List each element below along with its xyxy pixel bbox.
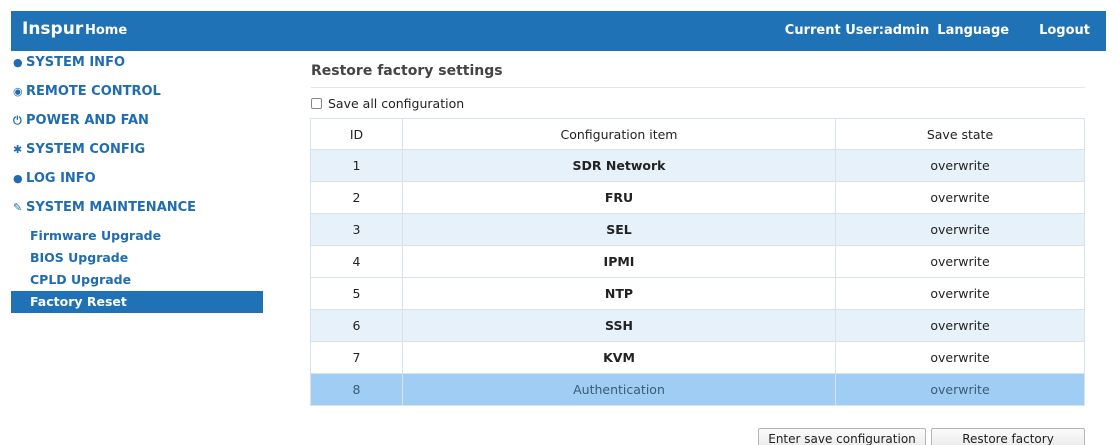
cell-save-state[interactable]: overwrite <box>835 341 1085 374</box>
cell-configuration-item: Authentication <box>402 373 836 406</box>
cell-id: 8 <box>310 373 403 406</box>
wrench-icon: ✎ <box>13 201 23 214</box>
cell-id: 1 <box>310 149 403 182</box>
cell-id: 7 <box>310 341 403 374</box>
sidebar-item-factory-reset[interactable]: Factory Reset <box>11 291 263 313</box>
column-header-id: ID <box>310 118 403 150</box>
user-menu: Current User:admin Language Logout <box>785 23 1090 38</box>
save-all-checkbox[interactable] <box>311 98 322 109</box>
sidebar-section-power-and-fan[interactable]: ⏻ POWER AND FAN <box>11 109 263 138</box>
cell-save-state[interactable]: overwrite <box>835 309 1085 342</box>
sidebar-section-system-info[interactable]: ● SYSTEM INFO <box>11 51 263 80</box>
table-row[interactable]: 2 FRU overwrite <box>310 181 1085 214</box>
logout-link[interactable]: Logout <box>1039 23 1090 38</box>
cell-configuration-item: NTP <box>402 277 836 310</box>
cell-id: 2 <box>310 181 403 214</box>
table-row[interactable]: 3 SEL overwrite <box>310 213 1085 246</box>
save-all-row: Save all configuration <box>311 96 464 111</box>
top-navbar: Inspur Home Current User:admin Language … <box>11 11 1106 51</box>
table-row[interactable]: 6 SSH overwrite <box>310 309 1085 342</box>
sidebar-section-label: POWER AND FAN <box>26 113 149 128</box>
cell-save-state[interactable]: overwrite <box>835 213 1085 246</box>
cell-configuration-item: SSH <box>402 309 836 342</box>
eye-icon: ● <box>13 56 23 69</box>
current-user-label: Current User:admin <box>784 23 930 38</box>
sidebar-section-system-maintenance[interactable]: ✎ SYSTEM MAINTENANCE <box>11 196 263 225</box>
gear-icon: ✱ <box>13 143 23 156</box>
table-row[interactable]: 7 KVM overwrite <box>310 341 1085 374</box>
config-table: ID Configuration item Save state 1 SDR N… <box>310 118 1085 406</box>
sidebar-item-cpld-upgrade[interactable]: CPLD Upgrade <box>11 269 263 291</box>
enter-save-configuration-button[interactable]: Enter save configuration <box>758 428 926 445</box>
cell-save-state[interactable]: overwrite <box>835 245 1085 278</box>
cell-configuration-item: IPMI <box>402 245 836 278</box>
column-header-save-state: Save state <box>835 118 1085 150</box>
sidebar-section-remote-control[interactable]: ◉ REMOTE CONTROL <box>11 80 263 109</box>
sidebar: ● SYSTEM INFO ◉ REMOTE CONTROL ⏻ POWER A… <box>11 51 263 313</box>
info-icon: ● <box>13 172 23 185</box>
table-row[interactable]: 5 NTP overwrite <box>310 277 1085 310</box>
cell-id: 6 <box>310 309 403 342</box>
sidebar-section-label: SYSTEM MAINTENANCE <box>26 200 197 215</box>
page-title: Restore factory settings <box>311 63 503 79</box>
brand-logo[interactable]: Inspur <box>22 19 83 39</box>
table-row[interactable]: 4 IPMI overwrite <box>310 245 1085 278</box>
cell-id: 3 <box>310 213 403 246</box>
sidebar-item-firmware-upgrade[interactable]: Firmware Upgrade <box>11 225 263 247</box>
cell-save-state[interactable]: overwrite <box>835 181 1085 214</box>
home-link[interactable]: Home <box>85 23 127 38</box>
table-row[interactable]: 1 SDR Network overwrite <box>310 149 1085 182</box>
sidebar-section-label: LOG INFO <box>26 171 96 186</box>
sidebar-section-label: SYSTEM CONFIG <box>26 142 146 157</box>
language-link[interactable]: Language <box>937 23 1009 38</box>
cell-configuration-item: SDR Network <box>402 149 836 182</box>
sidebar-section-label: SYSTEM INFO <box>26 55 125 70</box>
sidebar-section-label: REMOTE CONTROL <box>26 84 161 99</box>
table-row-selected[interactable]: 8 Authentication overwrite <box>310 373 1085 406</box>
table-header-row: ID Configuration item Save state <box>310 118 1085 150</box>
cell-id: 4 <box>310 245 403 278</box>
cell-id: 5 <box>310 277 403 310</box>
cell-save-state[interactable]: overwrite <box>835 149 1085 182</box>
power-icon: ⏻ <box>13 114 22 127</box>
cell-configuration-item: KVM <box>402 341 836 374</box>
cell-configuration-item: SEL <box>402 213 836 246</box>
cell-configuration-item: FRU <box>402 181 836 214</box>
sidebar-item-bios-upgrade[interactable]: BIOS Upgrade <box>11 247 263 269</box>
save-all-label[interactable]: Save all configuration <box>328 96 464 111</box>
restore-factory-settings-button[interactable]: Restore factory settings <box>931 428 1085 445</box>
sidebar-section-system-config[interactable]: ✱ SYSTEM CONFIG <box>11 138 263 167</box>
sidebar-section-log-info[interactable]: ● LOG INFO <box>11 167 263 196</box>
cell-save-state[interactable]: overwrite <box>835 373 1085 406</box>
globe-icon: ◉ <box>13 85 23 98</box>
cell-save-state[interactable]: overwrite <box>835 277 1085 310</box>
column-header-configuration-item: Configuration item <box>402 118 836 150</box>
title-divider <box>311 87 1085 88</box>
